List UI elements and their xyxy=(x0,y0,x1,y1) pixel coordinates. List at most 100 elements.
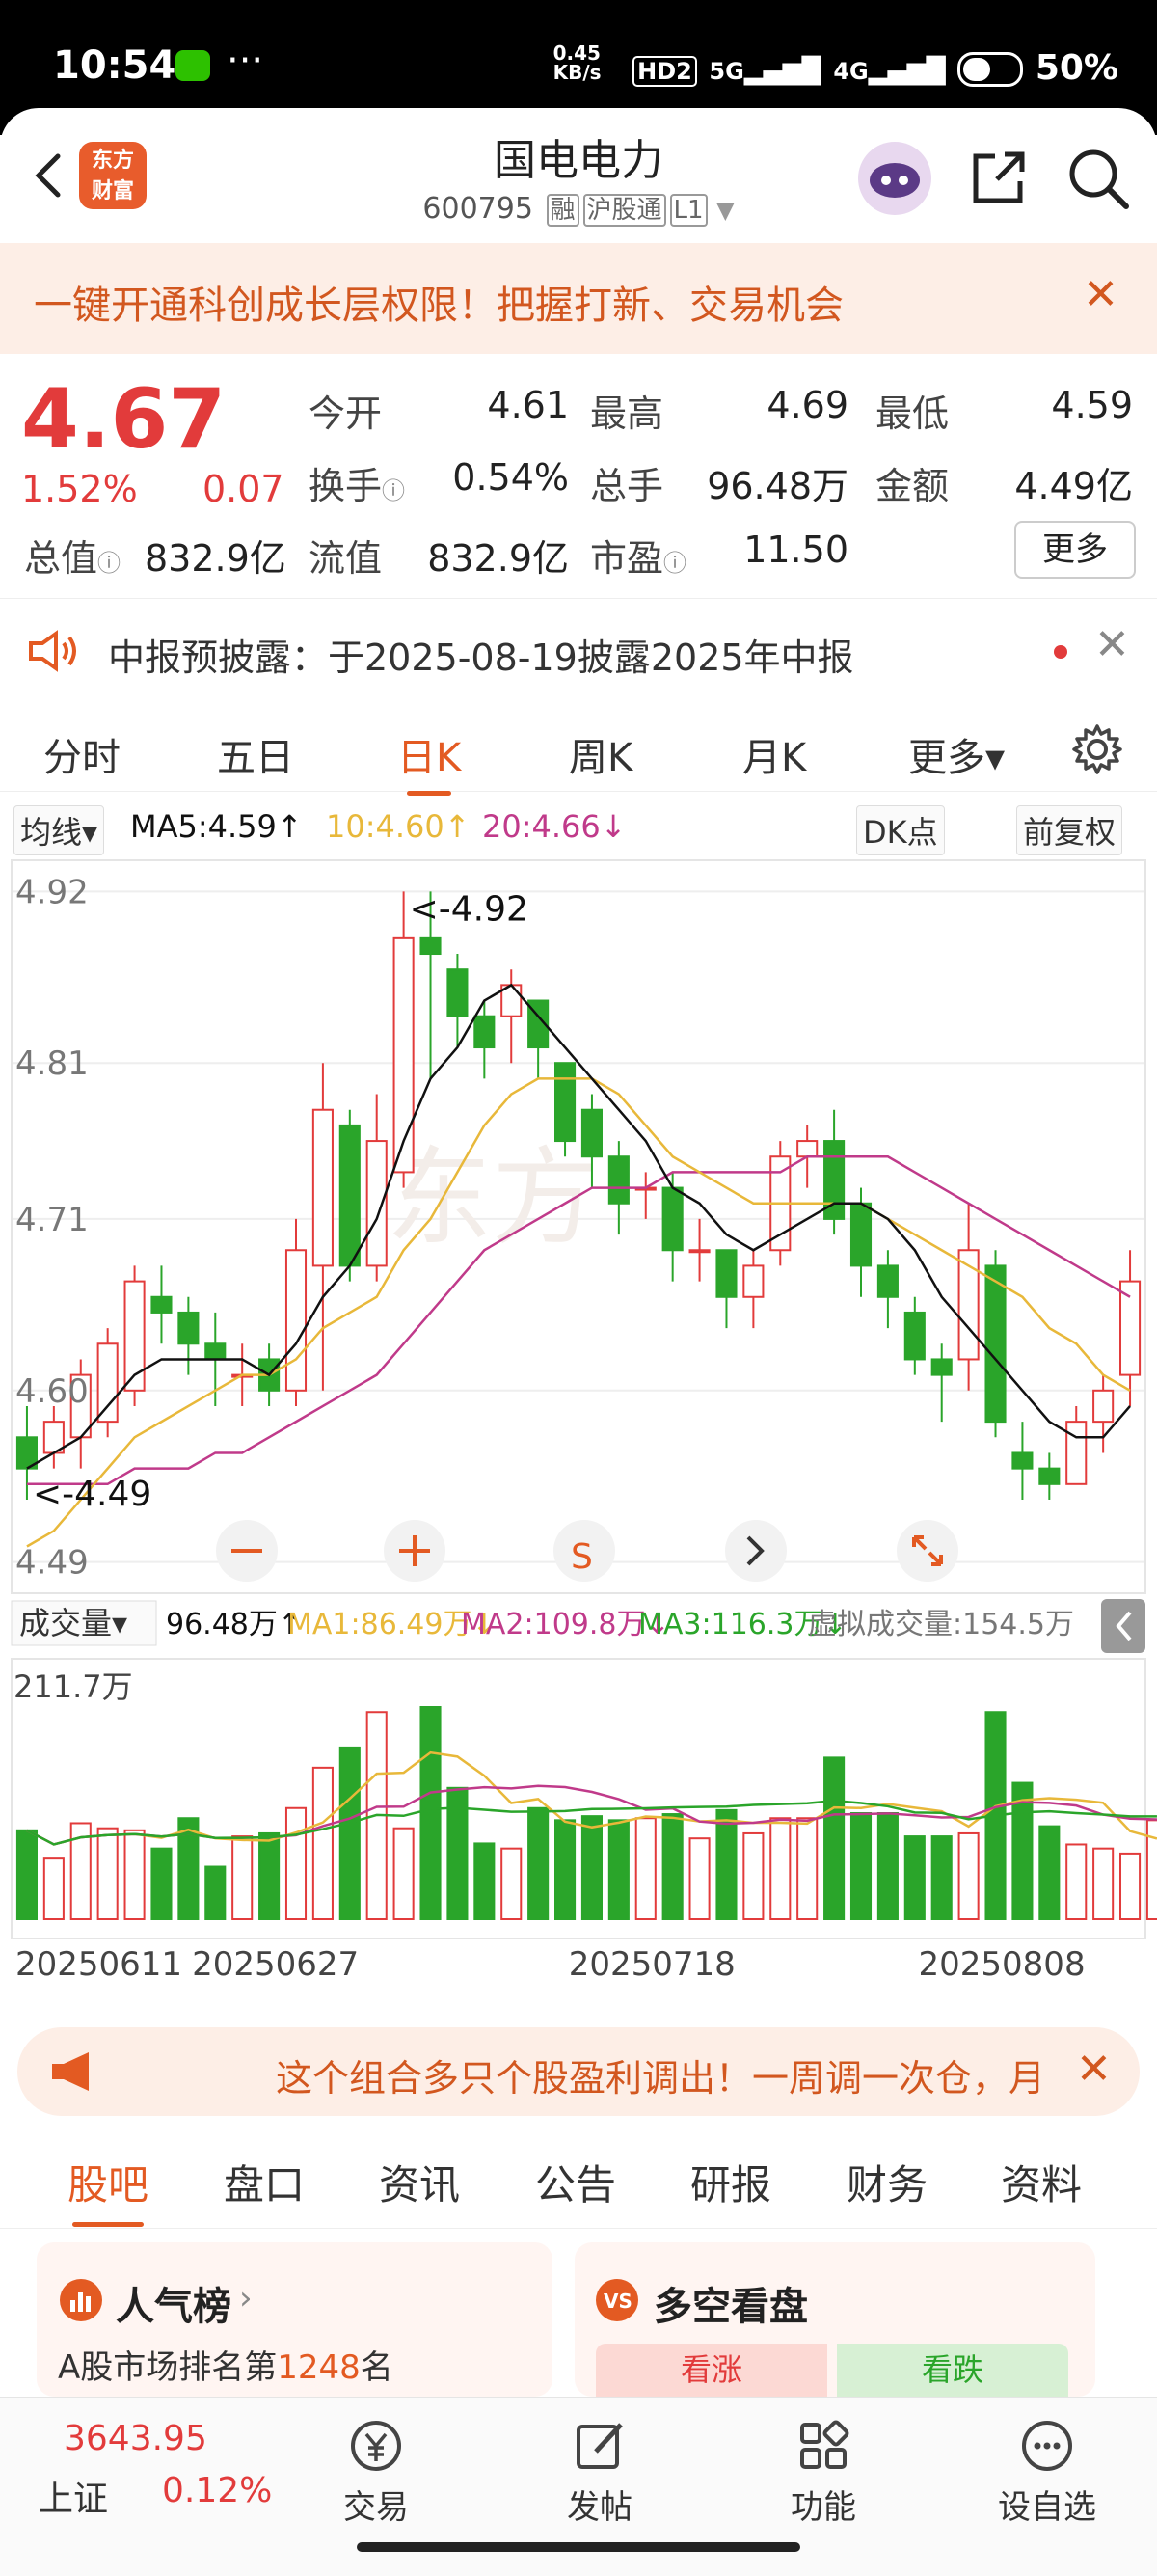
low-label: 最低 xyxy=(875,393,950,435)
amount-value: 4.49亿 xyxy=(1014,465,1133,507)
zoom-in-button[interactable] xyxy=(384,1520,445,1582)
portfolio-banner[interactable]: 这个组合多只个股盈利调出！一周调一次仓，月 ✕ xyxy=(17,2027,1140,2116)
candle-body xyxy=(661,1186,684,1252)
candle-body xyxy=(715,1249,738,1298)
svg-text:S: S xyxy=(571,1537,593,1577)
tab-profile[interactable]: 资料 xyxy=(1001,2153,1082,2211)
gear-icon[interactable] xyxy=(1070,722,1124,776)
candle-body xyxy=(1065,1421,1088,1485)
bull-button[interactable]: 看涨 xyxy=(596,2344,827,2397)
fullscreen-button[interactable] xyxy=(897,1520,958,1582)
volume-bar xyxy=(796,1817,819,1920)
tab-news[interactable]: 资讯 xyxy=(379,2153,460,2211)
tab-forum[interactable]: 股吧 xyxy=(67,2153,148,2227)
candle-body xyxy=(473,1015,496,1049)
volume-max-label: 211.7万 xyxy=(13,1668,133,1705)
volume-bar xyxy=(634,1817,657,1920)
zoom-out-button[interactable] xyxy=(216,1520,278,1582)
tab-weekly-k[interactable]: 周K xyxy=(569,726,632,782)
close-icon[interactable]: ✕ xyxy=(1076,2045,1112,2094)
change-amount: 0.07 xyxy=(202,468,284,510)
wechat-icon xyxy=(175,50,210,81)
market-cap-label: 总值ⓘ xyxy=(24,537,121,580)
kline-chart[interactable]: 东方 4.92 4.81 4.71 4.60 4.49 <-4.92 <-4.49 S … xyxy=(0,858,1157,2006)
popularity-card[interactable]: 人气榜 › A股市场排名第1248名 xyxy=(37,2242,552,2397)
share-icon[interactable] xyxy=(968,147,1030,208)
functions-button[interactable]: 功能 xyxy=(756,2417,891,2528)
volume-bar xyxy=(688,1837,711,1921)
stock-header: 东方 财富 国电电力 600795 融沪股通 L1 ▼ xyxy=(0,108,1157,243)
amount-label: 金额 xyxy=(875,465,950,507)
change-percent: 1.52% xyxy=(21,468,138,510)
volume-bar xyxy=(554,1819,577,1920)
date-label: 20250808 xyxy=(919,1945,1086,1984)
search-icon[interactable] xyxy=(1064,145,1132,212)
close-icon[interactable]: ✕ xyxy=(1094,620,1130,669)
report-notice[interactable]: 中报预披露：于2025-08-19披露2025年中报 ✕ xyxy=(0,598,1157,700)
tab-orderbook[interactable]: 盘口 xyxy=(224,2153,305,2211)
candle-body xyxy=(419,936,442,956)
indicator-select[interactable]: 均线▾ xyxy=(13,805,105,855)
volume-bar xyxy=(473,1842,496,1921)
candle-body xyxy=(688,1249,711,1254)
kline-svg[interactable]: 东方 4.924.814.714.604.49 <-4.92 <-4.49 S … xyxy=(0,858,1157,2006)
tab-monthly-k[interactable]: 月K xyxy=(742,726,806,782)
more-button[interactable]: 更多 xyxy=(1014,521,1136,579)
candle-body xyxy=(876,1264,899,1298)
tab-research[interactable]: 研报 xyxy=(690,2153,771,2211)
unread-dot xyxy=(1054,645,1067,659)
tab-minute[interactable]: 分时 xyxy=(43,726,121,782)
volume-bar xyxy=(957,1831,980,1921)
pe-value: 11.50 xyxy=(743,529,848,571)
volume-bar xyxy=(15,1829,38,1920)
tab-financials[interactable]: 财务 xyxy=(847,2153,928,2211)
tab-more[interactable]: 更多▾ xyxy=(908,726,1005,782)
collapse-tab-icon[interactable] xyxy=(1101,1599,1145,1653)
bs-signal-toggle-button[interactable]: S xyxy=(553,1520,615,1582)
battery-level: 50% xyxy=(1035,48,1118,88)
trade-button[interactable]: 交易 xyxy=(309,2417,444,2528)
bull-bear-card[interactable]: VS 多空看盘 看涨 看跌 xyxy=(575,2242,1095,2397)
bear-button[interactable]: 看跌 xyxy=(837,2344,1068,2397)
next-button[interactable] xyxy=(725,1520,787,1582)
volume-indicator-select[interactable]: 成交量▾ xyxy=(19,1605,127,1641)
promo-text[interactable]: 一键开通科创成长层权限！把握打新、交易机会 xyxy=(34,274,844,330)
candle-body xyxy=(607,1155,630,1205)
price-axis-label: 4.49 xyxy=(15,1544,89,1583)
index-change[interactable]: 0.12% xyxy=(162,2471,272,2510)
close-icon[interactable]: ✕ xyxy=(1083,270,1118,319)
yen-coin-icon xyxy=(351,2421,401,2471)
hd-badge: HD2 xyxy=(632,56,697,87)
volume-bar xyxy=(123,1829,146,1920)
index-name[interactable]: 上证 xyxy=(39,2471,108,2521)
volume-bar xyxy=(1119,1852,1142,1921)
tab-daily-k[interactable]: 日K xyxy=(397,726,461,796)
candle-body xyxy=(796,1140,819,1158)
tab-announcements[interactable]: 公告 xyxy=(535,2153,616,2211)
notice-text[interactable]: 中报预披露：于2025-08-19披露2025年中报 xyxy=(108,628,854,681)
add-watchlist-button[interactable]: 设自选 xyxy=(980,2417,1115,2528)
volume-bar xyxy=(661,1813,684,1920)
candle-body xyxy=(177,1311,200,1345)
volume-bar xyxy=(150,1847,173,1920)
assistant-avatar-icon[interactable] xyxy=(858,142,931,215)
more-notifications-icon: ··· xyxy=(227,39,264,83)
candle-body xyxy=(554,1062,577,1143)
promo-strip[interactable]: 一键开通科创成长层权限！把握打新、交易机会 ✕ xyxy=(0,243,1157,354)
dk-point-button[interactable]: DK点 xyxy=(856,805,945,855)
index-value[interactable]: 3643.95 xyxy=(64,2419,207,2458)
dropdown-icon: ▼ xyxy=(716,197,735,224)
banner-text[interactable]: 这个组合多只个股盈利调出！一周调一次仓，月 xyxy=(276,2048,1066,2101)
home-indicator[interactable] xyxy=(357,2542,800,2552)
date-label: 20250611 xyxy=(15,1945,182,1984)
volume-bar xyxy=(930,1835,953,1920)
tab-five-day[interactable]: 五日 xyxy=(217,726,294,782)
open-value: 4.61 xyxy=(487,384,569,426)
popularity-rank: A股市场排名第1248名 xyxy=(58,2348,393,2387)
bull-bear-title: 多空看盘 xyxy=(654,2285,808,2329)
post-button[interactable]: 发帖 xyxy=(532,2417,667,2528)
candle-body xyxy=(580,1108,603,1158)
net-speed: 0.45 KB/s xyxy=(552,41,602,84)
volume-bar xyxy=(580,1815,603,1921)
adjust-select[interactable]: 前复权 xyxy=(1016,805,1123,855)
